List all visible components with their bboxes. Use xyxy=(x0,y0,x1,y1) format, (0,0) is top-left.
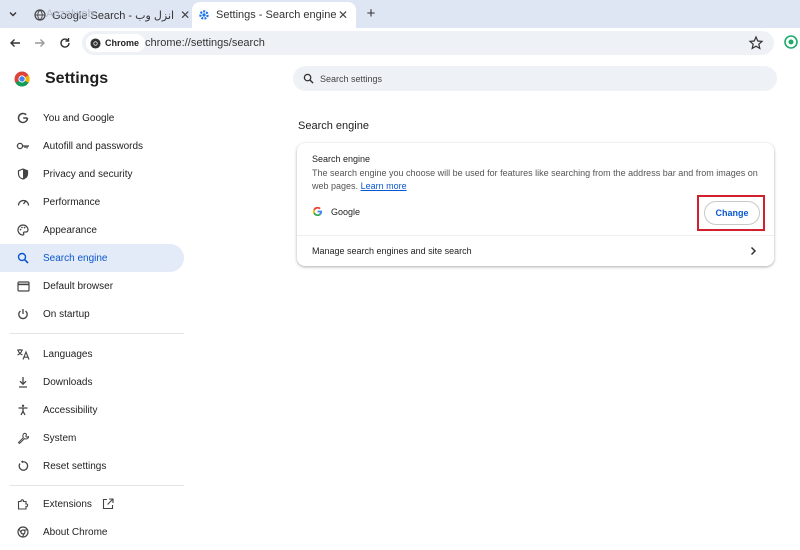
sidebar-item-label: You and Google xyxy=(43,112,115,124)
tab-search-button[interactable] xyxy=(4,5,22,23)
shield-icon xyxy=(16,167,30,181)
sidebar-item-performance[interactable]: Performance xyxy=(0,188,184,216)
reset-icon xyxy=(16,459,30,473)
close-icon[interactable]: ✕ xyxy=(180,8,190,22)
chrome-icon xyxy=(16,525,30,539)
sidebar: Settings You and Google Autofill and pas… xyxy=(0,58,186,550)
search-settings-input[interactable]: Search settings xyxy=(293,66,777,91)
settings-brand: Settings xyxy=(14,70,108,88)
sidebar-item-label: Privacy and security xyxy=(43,168,133,180)
sidebar-item-label: System xyxy=(43,432,77,444)
power-icon xyxy=(16,307,30,321)
watermark: Anzalweb xyxy=(46,8,94,20)
sidebar-item-search-engine[interactable]: Search engine xyxy=(0,244,184,272)
tab-strip: Google Search - انزل وب ✕ Anzalweb Setti… xyxy=(0,0,800,28)
sidebar-item-label: Default browser xyxy=(43,280,114,292)
sidebar-item-on-startup[interactable]: On startup xyxy=(0,300,184,328)
arrow-right-icon xyxy=(35,39,45,47)
browser-window-icon xyxy=(16,279,30,293)
sidebar-item-label: Downloads xyxy=(43,376,93,388)
sidebar-item-accessibility[interactable]: Accessibility xyxy=(0,396,184,424)
palette-icon xyxy=(16,223,30,237)
sidebar-item-label: Search engine xyxy=(43,252,108,264)
sidebar-item-label: Languages xyxy=(43,348,93,360)
key-icon xyxy=(16,139,30,153)
search-icon xyxy=(303,73,314,84)
search-icon xyxy=(16,251,30,265)
sidebar-divider xyxy=(10,333,184,334)
toolbar: Chrome chrome://settings/search xyxy=(0,28,800,58)
search-placeholder: Search settings xyxy=(320,73,383,84)
tab-title: Settings - Search engine xyxy=(216,9,336,21)
star-icon[interactable] xyxy=(748,35,764,51)
reload-button[interactable] xyxy=(57,35,73,51)
tab-settings[interactable]: Settings - Search engine ✕ xyxy=(192,2,356,28)
wrench-icon xyxy=(16,431,30,445)
sidebar-item-label: Appearance xyxy=(43,224,97,236)
section-title: Search engine xyxy=(298,120,369,132)
sidebar-item-label: Accessibility xyxy=(43,404,98,416)
forward-button[interactable] xyxy=(32,35,48,51)
sidebar-item-autofill[interactable]: Autofill and passwords xyxy=(0,132,184,160)
card-title: Search engine xyxy=(312,154,371,164)
sidebar-item-label: Autofill and passwords xyxy=(43,140,144,152)
sidebar-item-about-chrome[interactable]: About Chrome xyxy=(0,518,184,546)
chevron-down-icon xyxy=(9,12,17,17)
sidebar-item-label: About Chrome xyxy=(43,526,108,538)
reload-icon xyxy=(60,38,70,48)
engine-name: Google xyxy=(331,206,361,217)
sidebar-item-reset-settings[interactable]: Reset settings xyxy=(0,452,184,480)
sidebar-item-label: On startup xyxy=(43,308,90,320)
page-title: Settings xyxy=(45,70,109,87)
sidebar-item-privacy[interactable]: Privacy and security xyxy=(0,160,184,188)
site-info-chip[interactable]: Chrome xyxy=(86,34,146,52)
google-g-icon xyxy=(16,111,30,125)
arrow-left-icon xyxy=(10,39,20,47)
current-engine: Google xyxy=(312,206,360,217)
sidebar-item-system[interactable]: System xyxy=(0,424,184,452)
sidebar-divider xyxy=(10,485,184,486)
new-tab-button[interactable]: + xyxy=(362,4,380,22)
change-button[interactable]: Change xyxy=(704,201,760,225)
back-button[interactable] xyxy=(7,35,23,51)
sidebar-item-label: Extensions xyxy=(43,498,92,510)
address-bar[interactable]: Chrome chrome://settings/search xyxy=(82,31,774,55)
chip-label: Chrome xyxy=(105,38,140,48)
card-description: The search engine you choose will be use… xyxy=(312,167,762,193)
sidebar-item-downloads[interactable]: Downloads xyxy=(0,368,184,396)
extension-circle-icon[interactable] xyxy=(784,35,798,49)
search-engine-card: Search engine The search engine you choo… xyxy=(297,143,774,266)
sidebar-item-default-browser[interactable]: Default browser xyxy=(0,272,184,300)
puzzle-icon xyxy=(16,497,30,511)
open-in-new-icon xyxy=(102,498,114,510)
sidebar-item-you-and-google[interactable]: You and Google xyxy=(0,104,184,132)
chevron-right-icon xyxy=(750,246,757,256)
sidebar-item-appearance[interactable]: Appearance xyxy=(0,216,184,244)
download-icon xyxy=(16,375,30,389)
sidebar-item-label: Performance xyxy=(43,196,101,208)
globe-icon xyxy=(34,9,46,21)
gear-icon xyxy=(198,9,210,21)
learn-more-link[interactable]: Learn more xyxy=(361,181,407,191)
chrome-logo-icon xyxy=(14,71,30,87)
manage-search-engines-row[interactable]: Manage search engines and site search xyxy=(297,236,774,266)
translate-icon xyxy=(16,347,30,361)
speedometer-icon xyxy=(16,195,30,209)
manage-label: Manage search engines and site search xyxy=(312,246,472,256)
google-logo-icon xyxy=(312,206,323,217)
chrome-icon xyxy=(90,37,101,49)
sidebar-item-extensions[interactable]: Extensions xyxy=(0,490,184,518)
close-icon[interactable]: ✕ xyxy=(336,8,350,22)
accessibility-icon xyxy=(16,403,30,417)
url-text[interactable]: chrome://settings/search xyxy=(145,37,265,49)
sidebar-item-label: Reset settings xyxy=(43,460,107,472)
sidebar-item-languages[interactable]: Languages xyxy=(0,340,184,368)
